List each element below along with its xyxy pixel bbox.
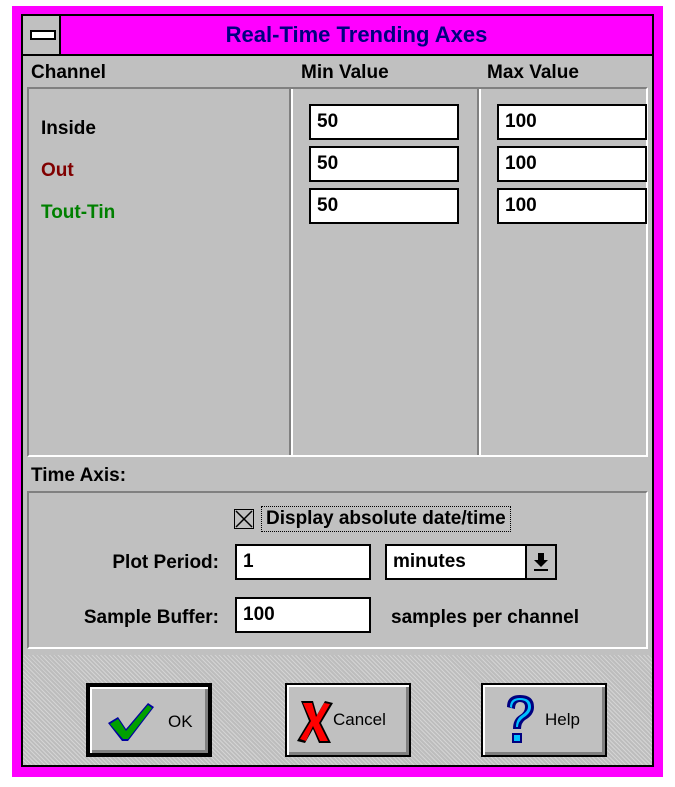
dropdown-arrow-icon[interactable] [525, 546, 555, 578]
plot-period-input[interactable]: 1 [235, 544, 371, 580]
min-value-input-tout-tin[interactable]: 50 [309, 188, 459, 224]
samples-per-channel-label: samples per channel [391, 607, 579, 628]
plot-period-units-value: minutes [393, 551, 466, 572]
channel-name-inside: Inside [41, 118, 96, 139]
display-absolute-label[interactable]: Display absolute date/time [261, 506, 511, 532]
dialog-client: Channel Min Value Max Value Inside 50 10… [23, 56, 652, 765]
max-value-input-inside[interactable]: 100 [497, 104, 647, 140]
sample-buffer-label: Sample Buffer: [83, 607, 219, 628]
column-header-channel: Channel [31, 62, 106, 83]
display-absolute-checkbox[interactable] [234, 509, 254, 529]
max-value-input-tout-tin[interactable]: 100 [497, 188, 647, 224]
column-divider [291, 89, 293, 455]
ok-button[interactable]: OK [86, 683, 212, 757]
channel-name-tout-tin: Tout-Tin [41, 202, 116, 223]
time-axis-label: Time Axis: [31, 465, 127, 486]
plot-period-units-select[interactable]: minutes [385, 544, 557, 580]
window-title: Real-Time Trending Axes [225, 22, 488, 47]
column-header-min: Min Value [301, 62, 389, 83]
system-menu-icon[interactable] [23, 16, 61, 54]
checkmark-icon [108, 703, 154, 741]
button-bar: OK Cancel Help [23, 655, 652, 765]
channel-name-out: Out [41, 160, 74, 181]
help-button[interactable]: Help [481, 683, 607, 757]
min-value-input-inside[interactable]: 50 [309, 104, 459, 140]
question-mark-icon [507, 695, 534, 743]
help-button-label: Help [545, 710, 580, 729]
ok-button-label: OK [168, 712, 193, 731]
red-x-icon [297, 701, 333, 743]
sample-buffer-input[interactable]: 100 [235, 597, 371, 633]
cancel-button[interactable]: Cancel [285, 683, 411, 757]
title-bar[interactable]: Real-Time Trending Axes [23, 16, 652, 56]
max-value-input-out[interactable]: 100 [497, 146, 647, 182]
min-value-input-out[interactable]: 50 [309, 146, 459, 182]
cancel-button-label: Cancel [333, 710, 386, 729]
column-header-max: Max Value [487, 62, 579, 83]
column-divider [479, 89, 481, 455]
channels-panel [27, 87, 648, 457]
plot-period-label: Plot Period: [112, 552, 219, 573]
